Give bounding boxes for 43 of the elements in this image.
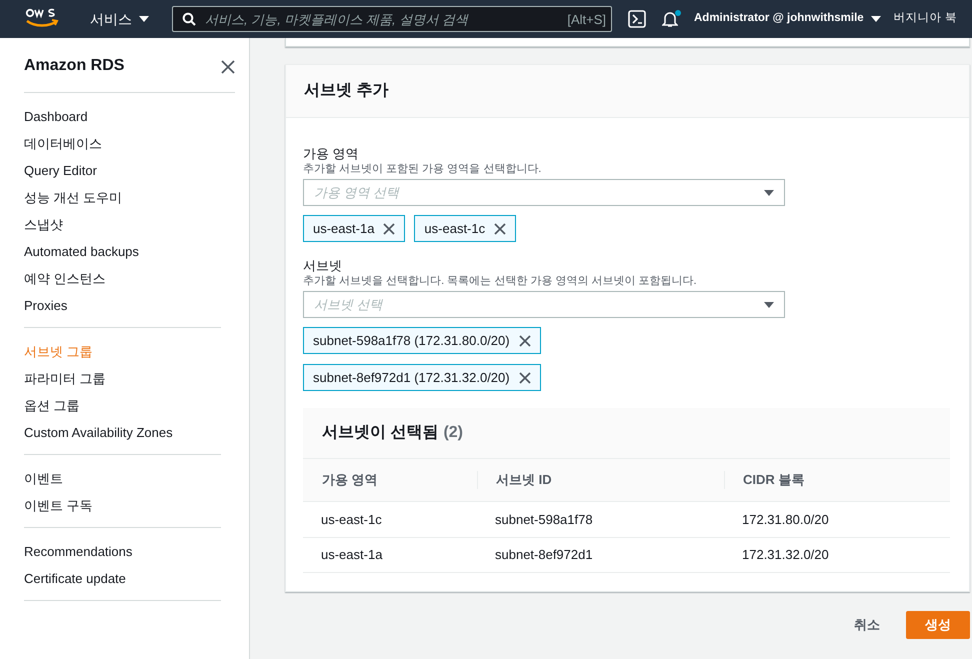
- sidebar-item[interactable]: 데이터베이스: [24, 130, 221, 157]
- column-header: 서브넷 ID: [477, 459, 724, 501]
- sidebar-item[interactable]: 이벤트 구독: [24, 492, 221, 519]
- table-cell: subnet-8ef972d1: [477, 537, 724, 573]
- sidebar-item[interactable]: 이벤트: [24, 465, 221, 492]
- select-field[interactable]: 가용 영역 선택: [303, 179, 785, 206]
- selected-token: subnet-8ef972d1 (172.31.32.0/20): [303, 364, 541, 391]
- field-description: 추가할 서브넷이 포함된 가용 영역을 선택합니다.: [303, 162, 542, 176]
- cancel-button[interactable]: 취소: [848, 611, 886, 639]
- item-count: (2): [443, 423, 464, 443]
- sidebar-item[interactable]: 옵션 그룹: [24, 392, 221, 419]
- sidebar-item[interactable]: 파라미터 그룹: [24, 365, 221, 392]
- sidebar-item[interactable]: Dashboard: [24, 103, 221, 130]
- sidebar-item[interactable]: 성능 개선 도우미: [24, 184, 221, 211]
- sidebar-item[interactable]: Automated backups: [24, 238, 221, 265]
- section-title: 서브넷 추가: [304, 81, 388, 101]
- column-header: 가용 영역: [321, 471, 379, 490]
- sidebar-item[interactable]: Certificate update: [24, 565, 221, 592]
- sidebar-item[interactable]: 예약 인스턴스: [24, 265, 221, 292]
- selected-token: us-east-1a: [303, 215, 406, 242]
- sidebar-item[interactable]: Query Editor: [24, 157, 221, 184]
- sidebar-item[interactable]: Custom Availability Zones: [24, 419, 221, 446]
- services-menu[interactable]: 서비스: [90, 8, 150, 30]
- sidebar-item[interactable]: Recommendations: [24, 538, 221, 565]
- region-menu[interactable]: 버지니아 북: [894, 10, 957, 28]
- table-cell: 172.31.32.0/20: [724, 537, 950, 573]
- shortcut-hint: [Alt+S]: [567, 11, 606, 29]
- sidebar-item[interactable]: Proxies: [24, 292, 221, 319]
- table-cell: us-east-1a: [303, 537, 477, 573]
- sidebar-title: Amazon RDS: [24, 56, 124, 76]
- select-field[interactable]: 서브넷 선택: [303, 291, 785, 318]
- selected-token: us-east-1c: [414, 215, 516, 242]
- field-description: 추가할 서브넷을 선택합니다. 목록에는 선택한 가용 영역의 서브넷이 포함됩니다.: [303, 274, 698, 288]
- sidebar-item[interactable]: 스냅샷: [24, 211, 221, 238]
- field-label: 서브넷: [303, 258, 343, 274]
- table-title: 서브넷이 선택됨: [322, 423, 438, 443]
- table-cell: 172.31.80.0/20: [724, 501, 950, 537]
- selected-token: subnet-598a1f78 (172.31.80.0/20): [303, 327, 541, 354]
- table-cell: us-east-1c: [303, 501, 477, 537]
- field-label: 가용 영역: [303, 146, 360, 162]
- account-menu[interactable]: Administrator @ johnwithsmile: [694, 10, 882, 28]
- table-cell: subnet-598a1f78: [477, 501, 724, 537]
- column-header: CIDR 블록: [724, 459, 950, 501]
